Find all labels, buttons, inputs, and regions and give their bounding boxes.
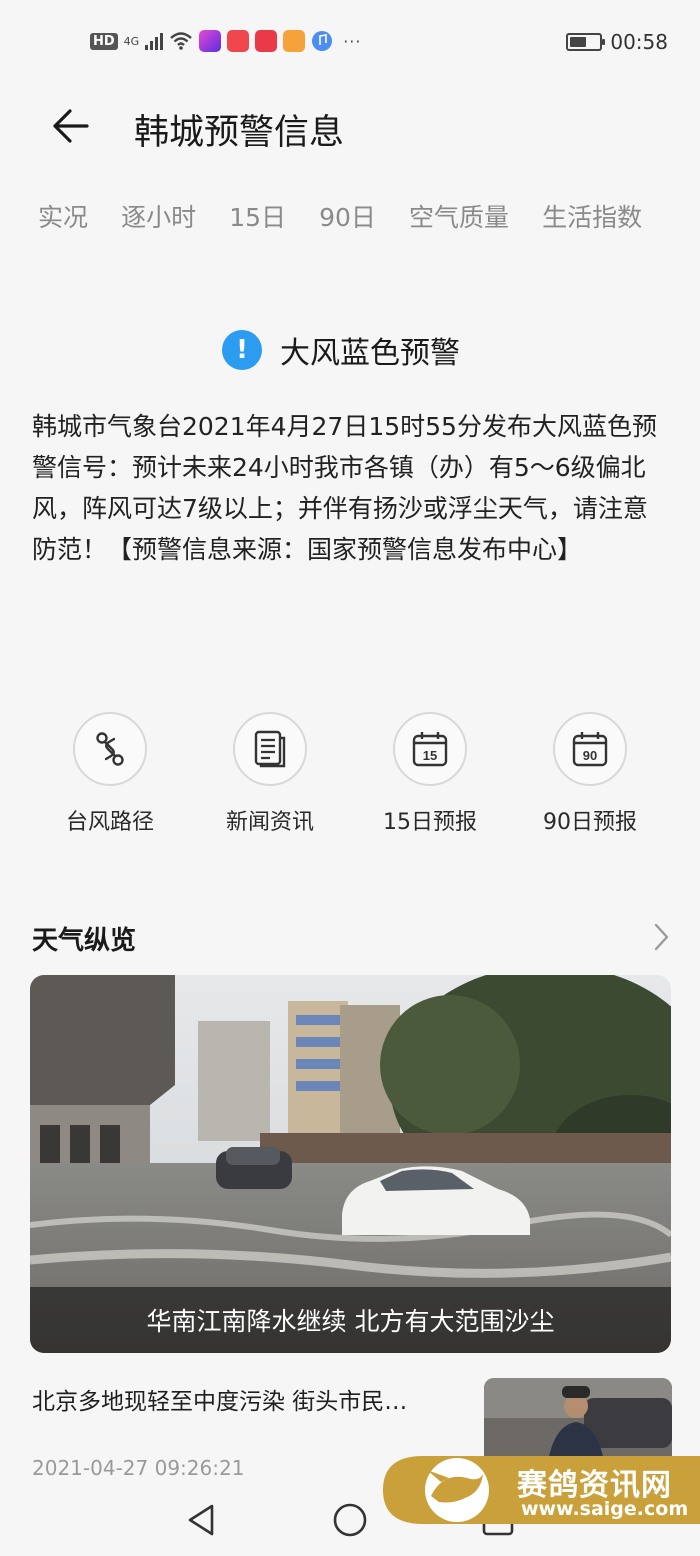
app-music-icon: [312, 31, 333, 51]
clock: 00:58: [610, 30, 668, 54]
tab-air-quality[interactable]: 空气质量: [409, 198, 509, 234]
tab-live[interactable]: 实况: [38, 198, 88, 234]
action-15-day-forecast[interactable]: 15 15日预报: [350, 712, 510, 836]
action-label: 台风路径: [65, 810, 154, 835]
action-circle: 90: [553, 712, 627, 786]
section-title: 天气纵览: [32, 926, 137, 956]
route-icon: [96, 732, 124, 766]
featured-news-caption: 华南江南降水继续 北方有大范围沙尘: [30, 1287, 671, 1353]
back-arrow-icon: [53, 109, 89, 143]
back-button[interactable]: [46, 104, 94, 148]
action-typhoon-path[interactable]: 台风路径: [30, 712, 190, 836]
forecast-tabs: 实况 逐小时 15日 90日 空气质量 生活指数: [38, 198, 658, 242]
nav-back-button[interactable]: [180, 1498, 224, 1542]
app-video-icon: [199, 30, 222, 52]
action-news[interactable]: 新闻资讯: [190, 712, 350, 836]
alert-info-icon: !: [222, 330, 262, 370]
app-shop-icon: [227, 30, 250, 52]
triangle-back-icon: [188, 1504, 214, 1536]
action-circle: [233, 712, 307, 786]
alert-body: 韩城市气象台2021年4月27日15时55分发布大风蓝色预警信号：预计未来24小…: [32, 412, 657, 564]
battery-icon: [566, 33, 606, 51]
tab-life-index[interactable]: 生活指数: [542, 198, 642, 234]
action-label: 15日预报: [383, 810, 477, 835]
calendar-90-icon: 90: [572, 732, 608, 767]
app-heart-icon: [255, 30, 278, 52]
app-play-icon: [283, 30, 306, 52]
tab-15-day[interactable]: 15日: [229, 198, 286, 234]
nav-home-button[interactable]: [328, 1498, 372, 1542]
featured-news-card[interactable]: 华南江南降水继续 北方有大范围沙尘: [30, 975, 671, 1353]
news-icon: [254, 730, 286, 768]
watermark-url: www.saige.com: [521, 1498, 689, 1520]
alert-header: ! 大风蓝色预警: [222, 328, 460, 372]
action-circle: [73, 712, 147, 786]
news-item-date: 2021-04-27 09:26:21: [32, 1456, 245, 1480]
action-circle: 15: [393, 712, 467, 786]
calendar-15-icon: 15: [412, 732, 448, 767]
calendar-90-number: 90: [583, 748, 597, 763]
calendar-15-number: 15: [423, 748, 437, 763]
action-90-day-forecast[interactable]: 90 90日预报: [510, 712, 670, 836]
circle-home-icon: [333, 1503, 367, 1537]
action-label: 90日预报: [543, 810, 637, 835]
section-more-button[interactable]: [652, 920, 672, 954]
signal-icon: [145, 32, 164, 50]
tab-90-day[interactable]: 90日: [319, 198, 376, 234]
watermark: 赛鸽资讯网 www.saige.com: [383, 1452, 700, 1528]
hd-badge: HD: [90, 32, 118, 50]
action-label: 新闻资讯: [225, 810, 314, 835]
news-item-title: 北京多地现轻至中度污染 街头市民…: [32, 1389, 408, 1415]
chevron-right-icon: [654, 923, 669, 951]
status-bar: HD 4G ··· 00:58: [0, 0, 700, 86]
status-icons: HD 4G ···: [90, 30, 361, 52]
tab-hourly[interactable]: 逐小时: [121, 198, 196, 234]
alert-title: 大风蓝色预警: [280, 336, 460, 371]
wifi-icon: [170, 32, 193, 50]
more-notifications: ···: [343, 31, 362, 51]
status-right: 00:58: [566, 30, 668, 54]
page-title: 韩城预警信息: [134, 113, 345, 153]
network-type: 4G: [123, 34, 140, 48]
battery-fill: [570, 37, 586, 47]
